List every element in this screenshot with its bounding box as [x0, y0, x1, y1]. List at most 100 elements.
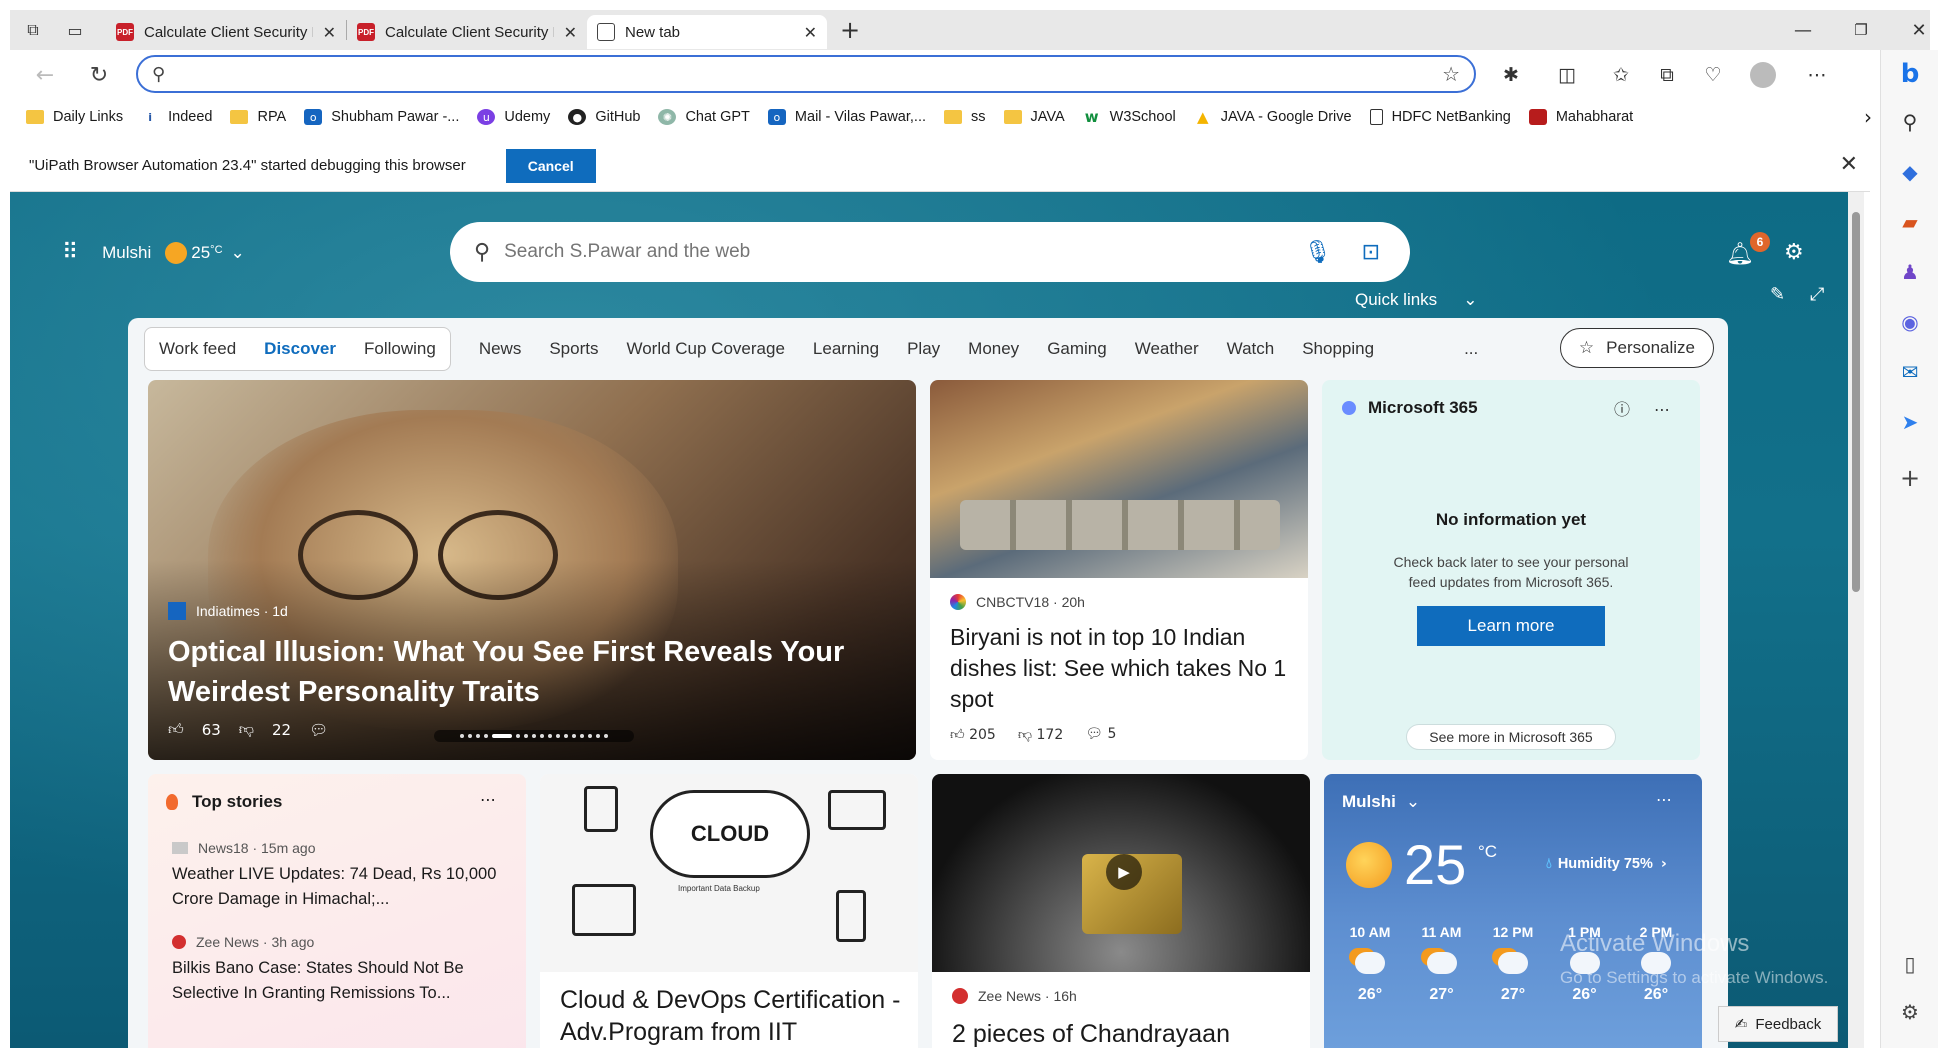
- refresh-button[interactable]: ↻: [82, 58, 116, 92]
- tab-1[interactable]: PDF Calculate Client Security Hash - F ✕: [106, 15, 346, 49]
- story-card-cloud[interactable]: CLOUD Important Data Backup Cloud & DevO…: [540, 774, 918, 1048]
- profile-avatar[interactable]: [1746, 58, 1780, 92]
- more-options-icon[interactable]: ⋯: [1656, 790, 1672, 809]
- close-tab-icon[interactable]: ✕: [323, 23, 336, 42]
- close-icon[interactable]: ✕: [1840, 152, 1858, 177]
- favorite-github[interactable]: ● GitHub: [568, 109, 640, 125]
- address-bar[interactable]: ⚲ ☆: [136, 55, 1476, 93]
- more-options-icon[interactable]: ⋯: [480, 790, 496, 809]
- carousel-dots[interactable]: [434, 730, 634, 742]
- nav-world-cup[interactable]: World Cup Coverage: [626, 339, 784, 359]
- quick-links-toggle[interactable]: Quick links ⌄: [1355, 290, 1477, 310]
- top-story-item[interactable]: Zee News · 3h ago Bilkis Bano Case: Stat…: [172, 934, 502, 1006]
- favorite-w3school[interactable]: w W3School: [1083, 108, 1176, 126]
- search-icon[interactable]: ⚲: [1881, 104, 1938, 140]
- outlook-icon[interactable]: ✉: [1881, 354, 1938, 390]
- favorite-hdfc[interactable]: HDFC NetBanking: [1369, 109, 1511, 125]
- shopping-tag-icon[interactable]: ◆: [1881, 154, 1938, 190]
- tab-discover[interactable]: Discover: [264, 339, 336, 359]
- drop-icon[interactable]: ➤: [1881, 404, 1938, 440]
- web-search-box[interactable]: ⚲ 🎙 ⊡: [450, 222, 1410, 282]
- comment-icon[interactable]: 💬︎: [309, 721, 328, 739]
- maximize-button[interactable]: ❐: [1832, 10, 1890, 50]
- learn-more-button[interactable]: Learn more: [1417, 606, 1605, 646]
- scroll-thumb[interactable]: [1852, 212, 1860, 592]
- favorite-mail-vilas[interactable]: o Mail - Vilas Pawar,...: [767, 109, 926, 125]
- address-input[interactable]: [175, 65, 1443, 83]
- play-video-icon[interactable]: ▶: [1106, 854, 1142, 890]
- favorite-java[interactable]: JAVA: [1003, 109, 1065, 125]
- info-icon[interactable]: ⓘ: [1614, 400, 1630, 419]
- hide-sidebar-icon[interactable]: ▯: [1881, 946, 1938, 982]
- tab-2[interactable]: PDF Calculate Client Security Hash - 2 ✕: [347, 15, 587, 49]
- tab-3[interactable]: New tab ✕: [587, 15, 827, 49]
- tools-icon[interactable]: ▰: [1881, 204, 1938, 240]
- performance-icon[interactable]: ♡: [1696, 58, 1730, 92]
- back-button[interactable]: ←: [28, 58, 62, 92]
- more-options-icon[interactable]: ⋯: [1654, 400, 1670, 419]
- nav-shopping[interactable]: Shopping: [1302, 339, 1374, 359]
- tab-following[interactable]: Following: [364, 339, 436, 359]
- hero-title[interactable]: Optical Illusion: What You See First Rev…: [168, 632, 888, 712]
- games-icon[interactable]: ♟: [1881, 254, 1938, 290]
- feedback-button[interactable]: ✍ Feedback: [1718, 1006, 1838, 1042]
- cancel-button[interactable]: Cancel: [505, 148, 596, 183]
- nav-learning[interactable]: Learning: [813, 339, 879, 359]
- tab-work-feed[interactable]: Work feed: [159, 339, 236, 359]
- nav-money[interactable]: Money: [968, 339, 1019, 359]
- weather-location[interactable]: Mulshi ⌄: [1342, 792, 1420, 812]
- visual-search-icon[interactable]: ⊡: [1362, 240, 1380, 265]
- favorite-chat-gpt[interactable]: ✺ Chat GPT: [658, 109, 750, 125]
- like-icon[interactable]: 👍︎: [168, 720, 184, 739]
- minimize-button[interactable]: —: [1774, 10, 1832, 50]
- nav-gaming[interactable]: Gaming: [1047, 339, 1107, 359]
- split-screen-icon[interactable]: ◫: [1550, 58, 1584, 92]
- comment-icon[interactable]: 💬︎ 5: [1085, 726, 1116, 743]
- hero-story-card[interactable]: Indiatimes · 1d Optical Illusion: What Y…: [148, 380, 916, 760]
- favorites-icon[interactable]: ✩: [1604, 58, 1638, 92]
- more-menu-icon[interactable]: ⋯: [1800, 58, 1834, 92]
- humidity[interactable]: 💧︎ Humidity 75% ›: [1546, 856, 1667, 872]
- weather-card[interactable]: Mulshi ⌄ ⋯ 25 °C 💧︎ Humidity 75% › 10 AM 26°…: [1324, 774, 1702, 1048]
- close-tab-icon[interactable]: ✕: [804, 23, 817, 42]
- dislike-icon[interactable]: 👎︎: [239, 720, 254, 739]
- dislike-icon[interactable]: 👎︎ 172: [1018, 726, 1063, 743]
- web-search-input[interactable]: [504, 241, 1304, 263]
- favorite-star-icon[interactable]: ☆: [1442, 62, 1460, 86]
- expand-icon[interactable]: ⤢: [1810, 284, 1824, 305]
- favorite-rpa[interactable]: RPA: [230, 109, 286, 125]
- see-more-m365-link[interactable]: See more in Microsoft 365: [1406, 724, 1616, 750]
- nav-weather[interactable]: Weather: [1135, 339, 1199, 359]
- nav-play[interactable]: Play: [907, 339, 940, 359]
- collections-icon[interactable]: ⧉: [1650, 58, 1684, 92]
- app-launcher-icon[interactable]: ⠿: [62, 240, 78, 265]
- favorite-java-drive[interactable]: ▲ JAVA - Google Drive: [1194, 108, 1352, 126]
- settings-icon[interactable]: ⚙: [1881, 994, 1938, 1030]
- add-icon[interactable]: +: [1881, 460, 1938, 496]
- story-title[interactable]: 2 pieces of Chandrayaan: [952, 1018, 1297, 1048]
- like-icon[interactable]: 👍︎ 205: [950, 726, 996, 743]
- favorite-udemy[interactable]: u Udemy: [477, 109, 550, 125]
- favorite-daily-links[interactable]: Daily Links: [26, 109, 123, 125]
- story-card-biryani[interactable]: CNBCTV18 · 20h Biryani is not in top 10 …: [930, 380, 1308, 760]
- office-icon[interactable]: ◉: [1881, 304, 1938, 340]
- nav-sports[interactable]: Sports: [549, 339, 598, 359]
- extensions-icon[interactable]: ✱: [1494, 58, 1528, 92]
- top-story-item[interactable]: News18 · 15m ago Weather LIVE Updates: 7…: [172, 840, 502, 912]
- story-title[interactable]: Biryani is not in top 10 Indian dishes l…: [950, 622, 1295, 715]
- nav-news[interactable]: News: [479, 339, 522, 359]
- page-settings-icon[interactable]: ⚙: [1784, 240, 1804, 265]
- story-title[interactable]: Cloud & DevOps Certification - Adv.Progr…: [560, 984, 905, 1048]
- new-tab-button[interactable]: +: [833, 13, 867, 47]
- tab-actions-icon[interactable]: ▭: [58, 13, 92, 47]
- personalize-button[interactable]: ☆ Personalize: [1559, 328, 1714, 368]
- favorite-mahabharat[interactable]: Mahabharat: [1528, 109, 1633, 125]
- favorite-indeed[interactable]: i Indeed: [141, 109, 212, 125]
- favorites-overflow-chevron-icon[interactable]: ›: [1864, 105, 1872, 129]
- edit-background-icon[interactable]: ✎: [1770, 284, 1785, 305]
- favorite-ss[interactable]: ss: [944, 109, 986, 125]
- close-window-button[interactable]: ✕: [1890, 10, 1938, 50]
- story-card-chandrayaan[interactable]: ▶ Zee News · 16h 2 pieces of Chandrayaan: [932, 774, 1310, 1048]
- nav-watch[interactable]: Watch: [1227, 339, 1275, 359]
- story-title[interactable]: Weather LIVE Updates: 74 Dead, Rs 10,000…: [172, 862, 502, 912]
